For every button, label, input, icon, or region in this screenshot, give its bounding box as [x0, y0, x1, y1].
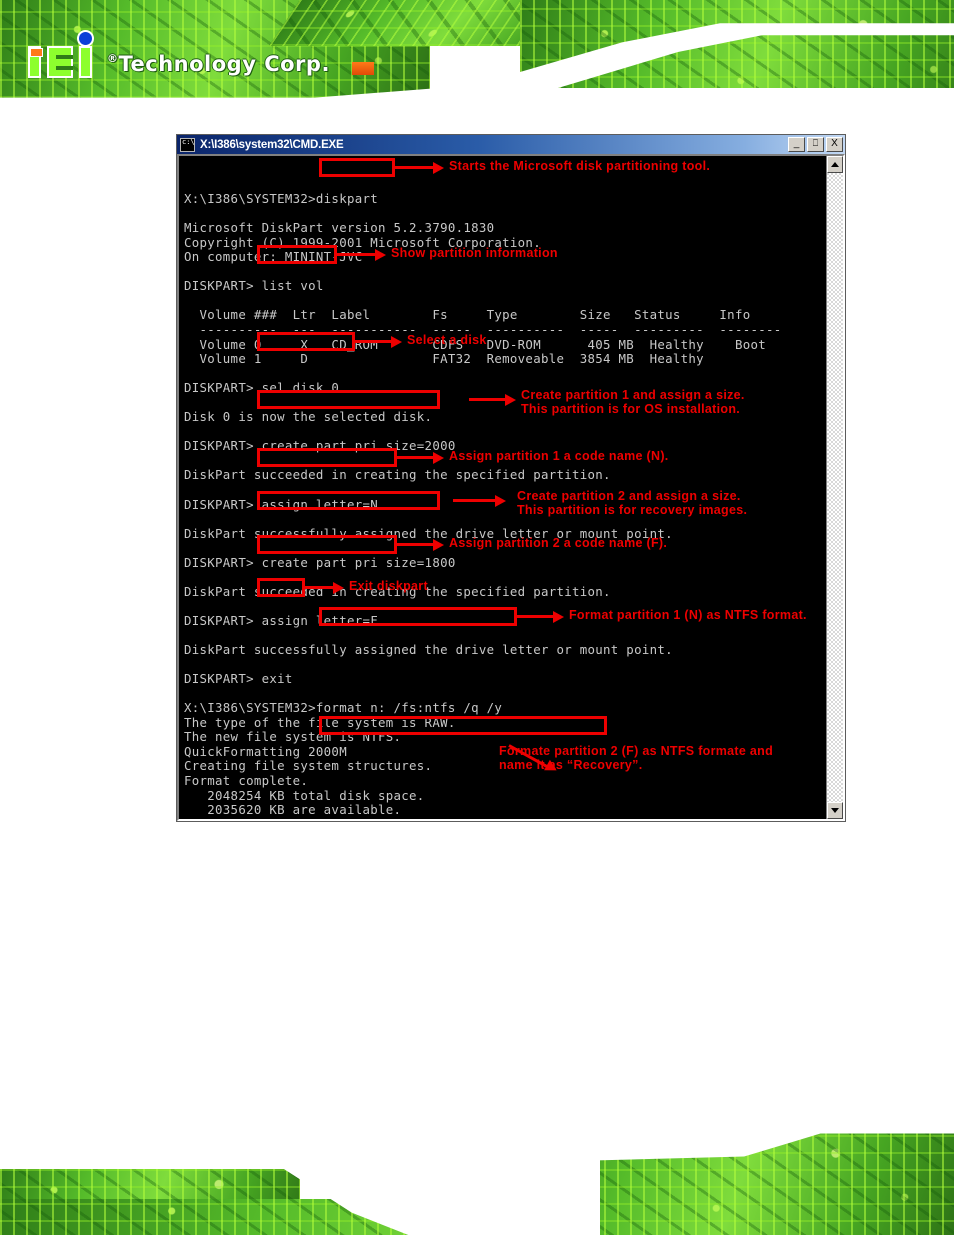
console-body[interactable]: X:\I386\SYSTEM32>diskpart Microsoft DiskP… — [177, 154, 845, 821]
header-banner: ®Technology Corp. — [0, 0, 954, 112]
logo-company-label: Technology Corp. — [118, 52, 330, 76]
logo-blue-dot — [77, 30, 94, 47]
console-line: Volume ### Ltr Label Fs Type Size Status… — [184, 307, 751, 323]
window-controls[interactable]: _ ⎕ X — [788, 137, 843, 152]
console-output: X:\I386\SYSTEM32>diskpart Microsoft DiskP… — [179, 156, 826, 819]
arrow-head-createp2 — [495, 494, 506, 507]
console-line: X:\I386\SYSTEM32>format n: /fs:ntfs /q /… — [184, 700, 503, 716]
logo-letter-e — [47, 46, 73, 78]
registered-mark: ® — [107, 52, 119, 65]
window-title: X:\I386\system32\CMD.EXE — [200, 138, 344, 151]
console-line: Volume 1 D FAT32 Removeable 3854 MB Heal… — [184, 351, 704, 367]
arrow-line-assignn — [397, 456, 435, 459]
arrow-line-assignf — [397, 543, 435, 546]
scroll-up-arrow-icon — [831, 162, 839, 167]
console-line: The type of the file system is RAW. — [184, 714, 456, 730]
arrow-line-createp1 — [469, 398, 507, 401]
scroll-down-button[interactable] — [827, 802, 843, 819]
console-line: 2035620 KB are available. — [184, 802, 402, 818]
console-line: 2048254 KB total disk space. — [184, 787, 425, 803]
restore-button[interactable]: ⎕ — [807, 137, 824, 152]
window-title-bar[interactable]: X:\I386\system32\CMD.EXE _ ⎕ X — [177, 135, 845, 154]
console-line: DiskPart succeeded in creating the speci… — [184, 583, 611, 599]
annotation-text-formatn: Format partition 1 (N) as NTFS format. — [569, 608, 807, 622]
console-line: X:\I386\SYSTEM32>diskpart — [184, 191, 378, 207]
annotation-text-seldisk: Select a disk — [407, 333, 487, 347]
logo-letter-i-first — [28, 46, 43, 78]
annotation-text-assignf: Assign partition 2 a code name (F). — [449, 536, 668, 550]
console-line: DISKPART> exit — [184, 671, 293, 687]
pcb-orange-chip — [352, 62, 374, 75]
console-line: DiskPart succeeded in creating the speci… — [184, 467, 611, 483]
arrow-head-listvol — [375, 248, 386, 261]
scroll-up-button[interactable] — [827, 156, 843, 173]
footer-banner — [0, 1117, 954, 1235]
logo-orange-square — [30, 48, 43, 57]
console-line: The new file system is NTFS. — [184, 729, 402, 745]
close-button[interactable]: X — [826, 137, 843, 152]
vertical-scrollbar[interactable] — [826, 156, 843, 819]
highlight-box-diskpart — [319, 158, 395, 177]
annotation-text-formatf: Formate partition 2 (F) as NTFS formate … — [499, 744, 774, 772]
arrow-line-diskpart — [395, 166, 435, 169]
arrow-line-createp2 — [453, 499, 497, 502]
logo-letter-i-second — [79, 46, 92, 78]
arrow-head-exitdp — [333, 581, 344, 594]
arrow-head-formatn — [553, 610, 564, 623]
arrow-head-diskpart — [433, 161, 444, 174]
scrollbar-track[interactable] — [827, 173, 843, 802]
console-line: ---------- --- ----------- ----- -------… — [184, 322, 782, 338]
minimize-button[interactable]: _ — [788, 137, 805, 152]
scroll-down-arrow-icon — [831, 808, 839, 813]
console-line: DISKPART> list vol — [184, 278, 324, 294]
annotation-text-exitdp: Exit diskpart — [349, 579, 428, 593]
arrow-line-exitdp — [305, 586, 335, 589]
arrow-head-assignn — [433, 451, 444, 464]
console-line: Format complete. — [184, 772, 309, 788]
annotation-text-assignn: Assign partition 1 a code name (N). — [449, 449, 669, 463]
annotation-text-listvol: Show partition information — [391, 246, 558, 260]
arrow-head-assignf — [433, 538, 444, 551]
cmd-console-window[interactable]: X:\I386\system32\CMD.EXE _ ⎕ X X:\I386\S… — [176, 134, 846, 822]
console-line: DiskPart successfully assigned the drive… — [184, 642, 673, 658]
arrow-head-seldisk — [391, 335, 402, 348]
annotation-text-createp1: Create partition 1 and assign a size. Th… — [521, 388, 745, 416]
console-line: Microsoft DiskPart version 5.2.3790.1830 — [184, 220, 495, 236]
annotation-text-createp2: Create partition 2 and assign a size. Th… — [517, 489, 748, 517]
console-line: DISKPART> create part pri size=1800 — [184, 554, 456, 570]
iei-logo-mark — [28, 30, 104, 78]
arrow-line-listvol — [337, 253, 377, 256]
iei-logo: ®Technology Corp. — [28, 30, 330, 78]
arrow-line-formatn — [517, 615, 555, 618]
console-line: Volume 0 X CD_ROM CDFS DVD-ROM 405 MB He… — [184, 336, 766, 352]
annotation-text-diskpart: Starts the Microsoft disk partitioning t… — [449, 159, 711, 173]
cmd-icon — [180, 137, 195, 152]
arrow-head-createp1 — [505, 393, 516, 406]
logo-company-name: ®Technology Corp. — [107, 52, 330, 78]
arrow-line-seldisk — [355, 340, 393, 343]
